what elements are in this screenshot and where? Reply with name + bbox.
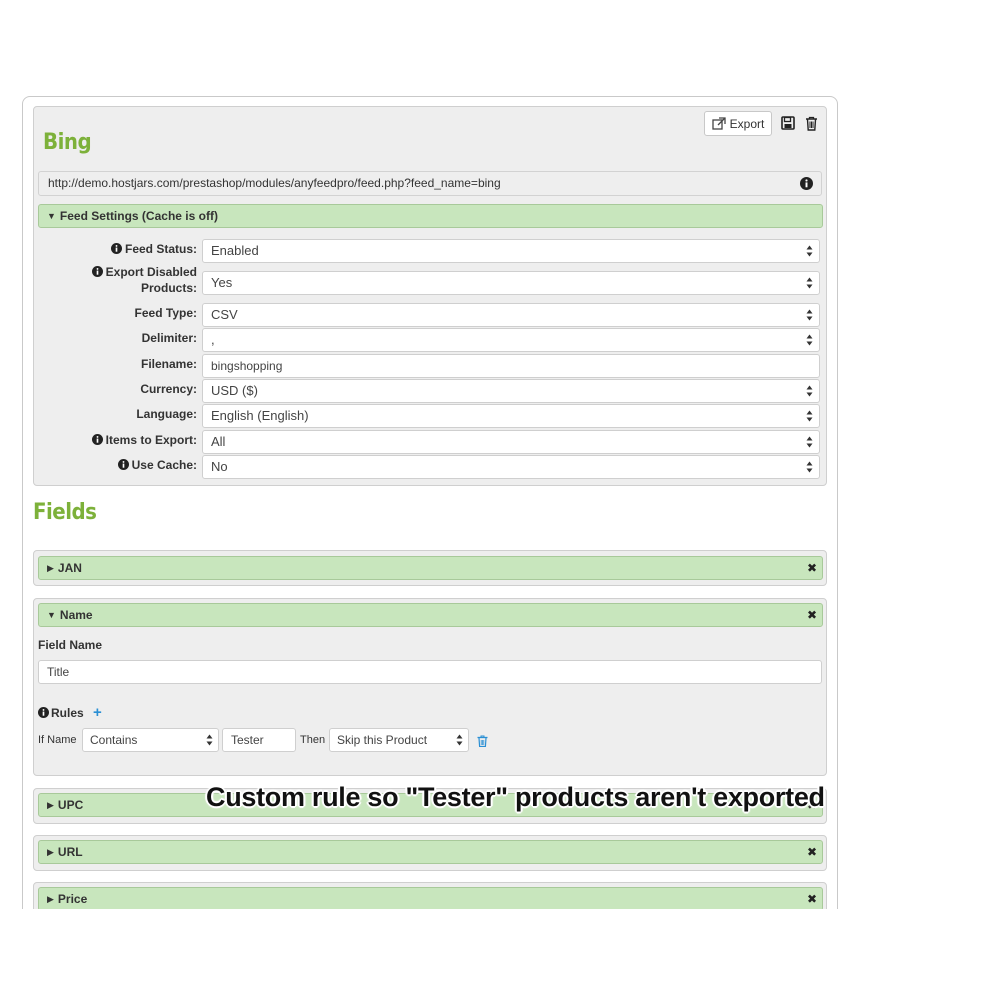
items-to-export-label: Items to Export: bbox=[40, 432, 197, 448]
select-arrows-icon bbox=[806, 277, 813, 289]
remove-field-icon[interactable]: ✖ bbox=[807, 608, 817, 622]
field-toggle-url[interactable]: ▶ URL ✖ bbox=[38, 840, 823, 864]
rule-if-label: If Name bbox=[38, 734, 77, 746]
filename-label: Filename: bbox=[140, 357, 197, 371]
feed-title: Bing bbox=[43, 130, 92, 155]
select-arrows-icon bbox=[806, 410, 813, 422]
select-arrows-icon bbox=[206, 734, 213, 746]
export-disabled-label: Export Disabled Products: bbox=[40, 264, 197, 296]
field-name-label: Field Name bbox=[38, 638, 103, 652]
language-label: Language: bbox=[136, 407, 197, 421]
select-arrows-icon bbox=[806, 309, 813, 321]
rule-then-label: Then bbox=[300, 734, 326, 746]
fields-title: Fields bbox=[33, 500, 97, 525]
info-icon bbox=[38, 707, 49, 718]
use-cache-label: Use Cache: bbox=[40, 457, 197, 473]
remove-field-icon[interactable]: ✖ bbox=[807, 892, 817, 906]
use-cache-select[interactable]: No bbox=[202, 455, 820, 479]
caret-right-icon: ▶ bbox=[47, 562, 54, 573]
feed-url-text: http://demo.hostjars.com/prestashop/modu… bbox=[48, 176, 501, 190]
info-icon bbox=[110, 243, 122, 254]
caret-right-icon: ▶ bbox=[47, 846, 54, 857]
delimiter-select[interactable]: , bbox=[202, 328, 820, 352]
save-icon[interactable] bbox=[779, 114, 797, 132]
field-label-name: Name bbox=[59, 608, 93, 622]
currency-label: Currency: bbox=[140, 382, 197, 396]
info-icon bbox=[117, 459, 129, 470]
delete-rule-icon[interactable] bbox=[477, 734, 488, 752]
select-arrows-icon bbox=[806, 245, 813, 257]
caret-down-icon: ▼ bbox=[47, 610, 56, 620]
feed-type-select[interactable]: CSV bbox=[202, 303, 820, 327]
currency-select[interactable]: USD ($) bbox=[202, 379, 820, 403]
field-label-price: Price bbox=[57, 892, 88, 906]
items-to-export-select[interactable]: All bbox=[202, 430, 820, 454]
select-arrows-icon bbox=[806, 385, 813, 397]
caret-down-icon: ▼ bbox=[47, 211, 56, 221]
remove-field-icon[interactable]: ✖ bbox=[807, 561, 817, 575]
rule-condition-select[interactable]: Contains bbox=[82, 728, 219, 752]
export-disabled-select[interactable]: Yes bbox=[202, 271, 820, 295]
rule-action-select[interactable]: Skip this Product bbox=[329, 728, 469, 752]
rule-value-input[interactable]: Tester bbox=[222, 728, 296, 752]
delimiter-label: Delimiter: bbox=[141, 331, 197, 345]
feed-settings-header: Feed Settings (Cache is off) bbox=[59, 209, 218, 223]
external-link-icon bbox=[712, 117, 726, 130]
field-toggle-price[interactable]: ▶ Price ✖ bbox=[38, 887, 823, 911]
remove-field-icon[interactable]: ✖ bbox=[807, 845, 817, 859]
caret-right-icon: ▶ bbox=[47, 893, 54, 904]
select-arrows-icon bbox=[806, 436, 813, 448]
caret-right-icon: ▶ bbox=[47, 799, 54, 810]
language-select[interactable]: English (English) bbox=[202, 404, 820, 428]
feed-url[interactable]: http://demo.hostjars.com/prestashop/modu… bbox=[38, 171, 822, 196]
info-icon bbox=[91, 434, 103, 445]
rules-label: Rules bbox=[38, 706, 84, 720]
annotation-caption: Custom rule so "Tester" products aren't … bbox=[206, 782, 825, 812]
info-icon[interactable] bbox=[800, 177, 813, 190]
filename-input[interactable]: bingshopping bbox=[202, 354, 820, 378]
feed-settings-toggle[interactable]: ▼ Feed Settings (Cache is off) bbox=[38, 204, 823, 228]
feed-status-select[interactable]: Enabled bbox=[202, 239, 820, 263]
crop-mask bbox=[22, 909, 842, 1000]
select-arrows-icon bbox=[456, 734, 463, 746]
field-toggle-jan[interactable]: ▶ JAN ✖ bbox=[38, 556, 823, 580]
export-button[interactable]: Export bbox=[704, 111, 772, 136]
field-toggle-name[interactable]: ▼ Name ✖ bbox=[38, 603, 823, 627]
feed-type-label: Feed Type: bbox=[134, 306, 197, 320]
add-rule-icon[interactable]: + bbox=[93, 705, 102, 721]
export-label: Export bbox=[729, 116, 765, 131]
field-label-upc: UPC bbox=[57, 798, 84, 812]
field-label-url: URL bbox=[57, 845, 83, 859]
feed-status-label: Feed Status: bbox=[40, 241, 197, 257]
select-arrows-icon bbox=[806, 461, 813, 473]
select-arrows-icon bbox=[806, 334, 813, 346]
field-name-input[interactable]: Title bbox=[38, 660, 822, 684]
field-label-jan: JAN bbox=[57, 561, 82, 575]
info-icon bbox=[91, 266, 103, 277]
trash-icon[interactable] bbox=[802, 114, 820, 132]
feed-panel bbox=[33, 106, 827, 486]
